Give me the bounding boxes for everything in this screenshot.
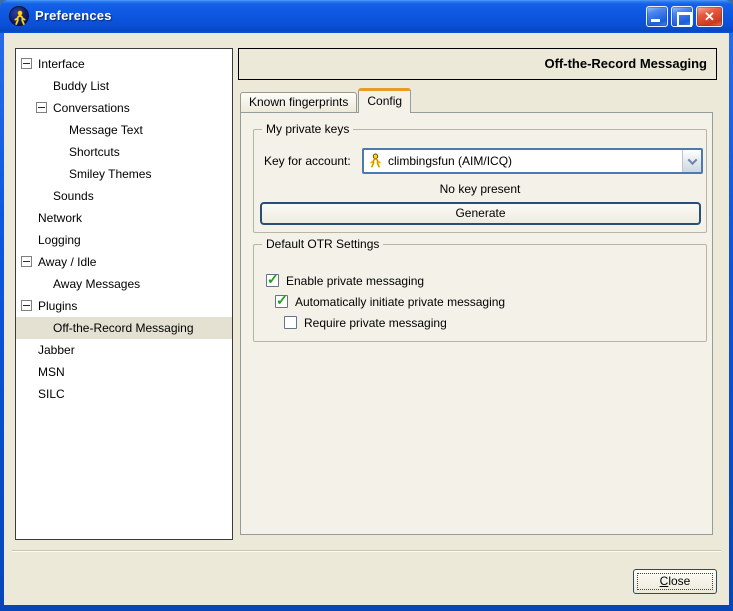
config-tab-page: My private keys Key for account: climbin… [240,112,713,535]
private-keys-legend: My private keys [262,121,354,137]
tree-item-label: Interface [38,57,85,71]
close-window-button[interactable] [696,6,723,27]
tree-item-label: SILC [38,387,65,401]
tree-item-network[interactable]: Network [16,207,232,229]
tree-item-label: Off-the-Record Messaging [53,321,194,335]
window-title: Preferences [35,8,112,23]
aim-buddy-icon [368,153,383,169]
checkmark-icon: ✓ [276,292,288,308]
account-combobox-text: climbingsfun (AIM/ICQ) [388,154,513,168]
tree-item-label: Jabber [38,343,75,357]
checkbox-checked[interactable]: ✓ [275,292,288,308]
option-row-require-private-messaging[interactable]: Require private messaging [254,315,706,332]
tree-item-label: Smiley Themes [69,167,152,181]
tree-item-smiley-themes[interactable]: Smiley Themes [16,163,232,185]
otr-settings-group: Default OTR Settings ✓ Enable private mes… [253,236,707,342]
combobox-dropdown-button[interactable] [682,150,701,172]
tree-item-off-the-record-messaging[interactable]: Off-the-Record Messaging [16,317,232,339]
tree-item-conversations[interactable]: Conversations [16,97,232,119]
option-label: Require private messaging [304,316,447,330]
collapse-expander-icon[interactable] [21,300,32,311]
titlebar[interactable]: Preferences [0,0,733,33]
tab-bar: Known fingerprints Config [240,88,412,113]
checkbox-checked[interactable]: ✓ [266,271,279,287]
otr-settings-legend: Default OTR Settings [262,236,384,252]
key-for-account-label: Key for account: [264,154,351,168]
tree-item-silc[interactable]: SILC [16,383,232,405]
tree-item-label: Shortcuts [69,145,120,159]
option-label: Automatically initiate private messaging [295,295,506,309]
tree-item-away-idle[interactable]: Away / Idle [16,251,232,273]
tree-item-buddy-list[interactable]: Buddy List [16,75,232,97]
tree-item-msn[interactable]: MSN [16,361,232,383]
gaim-app-icon [9,6,29,26]
tree-item-plugins[interactable]: Plugins [16,295,232,317]
collapse-expander-icon[interactable] [36,102,47,113]
tree-item-label: Network [38,211,83,225]
collapse-expander-icon[interactable] [21,256,32,267]
tree-item-label: Message Text [69,123,143,137]
option-row-automatically-initiate-private-messaging[interactable]: ✓ Automatically initiate private messagin… [254,292,706,311]
option-label: Enable private messaging [286,274,425,288]
maximize-button[interactable] [671,6,693,27]
tree-item-label: Buddy List [53,79,110,93]
tree-item-away-messages[interactable]: Away Messages [16,273,232,295]
tab-config[interactable]: Config [358,88,412,113]
tree-item-jabber[interactable]: Jabber [16,339,232,361]
tab-known-fingerprints[interactable]: Known fingerprints [240,92,358,113]
tree-item-label: Sounds [53,189,94,203]
minimize-button[interactable] [646,6,668,27]
tree-item-message-text[interactable]: Message Text [16,119,232,141]
generate-button[interactable]: Generate [260,202,701,225]
account-combobox[interactable]: climbingsfun (AIM/ICQ) [362,148,703,174]
tree-item-sounds[interactable]: Sounds [16,185,232,207]
dialog-client-area: Interface Buddy List Conversations Message … [4,33,729,605]
tree-item-label: MSN [38,365,65,379]
preferences-window: Preferences Interface Buddy List Conversat… [0,0,733,611]
checkmark-icon: ✓ [267,271,279,287]
tree-item-shortcuts[interactable]: Shortcuts [16,141,232,163]
option-row-enable-private-messaging[interactable]: ✓ Enable private messaging [254,271,706,290]
footer-separator [12,550,721,552]
tree-item-label: Conversations [53,101,130,115]
close-button[interactable]: Close [633,569,717,594]
collapse-expander-icon[interactable] [21,58,32,69]
tree-item-label: Away / Idle [38,255,97,269]
page-title: Off-the-Record Messaging [238,48,717,80]
tree-item-label: Logging [38,233,81,247]
account-combobox-value: climbingsfun (AIM/ICQ) [364,150,682,172]
key-status-text: No key present [439,182,521,196]
focus-rectangle [637,573,713,590]
checkbox-unchecked[interactable] [284,316,297,329]
chevron-down-icon [687,154,697,165]
preferences-tree[interactable]: Interface Buddy List Conversations Message … [15,48,233,540]
tree-item-label: Away Messages [53,277,141,291]
tree-item-logging[interactable]: Logging [16,229,232,251]
tree-item-interface[interactable]: Interface [16,53,232,75]
tree-item-label: Plugins [38,299,78,313]
private-keys-group: My private keys Key for account: climbin… [253,121,707,233]
